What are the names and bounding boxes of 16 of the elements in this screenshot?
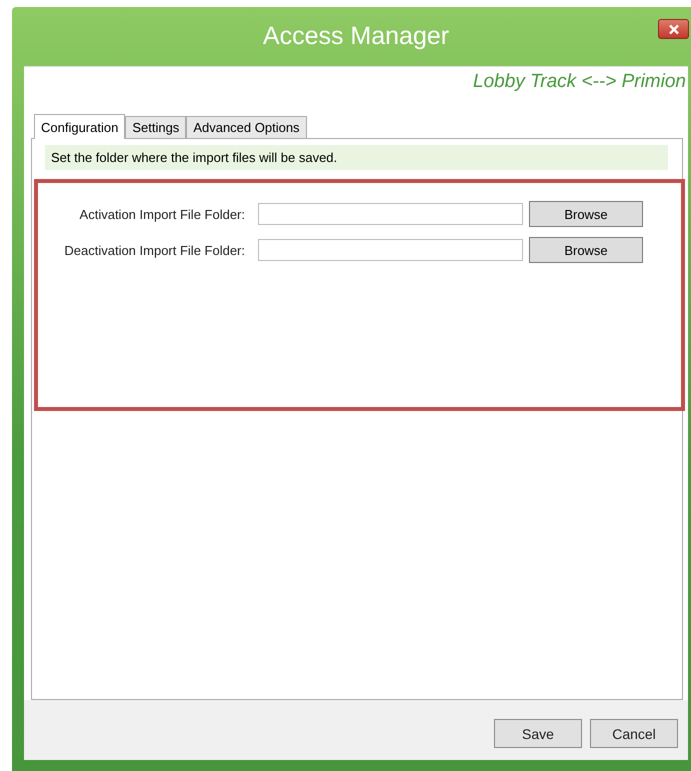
- folder-field[interactable]: [258, 239, 523, 261]
- tab[interactable]: Configuration: [34, 114, 126, 139]
- folder-field[interactable]: [258, 203, 523, 225]
- save-button[interactable]: Save: [494, 719, 582, 748]
- window-title: Access Manager: [262, 22, 450, 51]
- field-label: Deactivation Import File Folder:: [63, 242, 245, 258]
- integration-subtitle: Lobby Track <--> Primion: [473, 71, 686, 94]
- field-label: Activation Import File Folder:: [78, 206, 245, 222]
- browse-button[interactable]: Browse: [529, 237, 643, 263]
- info-message: Set the folder where the import files will be saved.: [45, 145, 668, 170]
- tab[interactable]: Advanced Options: [186, 116, 307, 138]
- browse-button[interactable]: Browse: [529, 201, 643, 227]
- tab[interactable]: Settings: [125, 116, 186, 138]
- close-button[interactable]: [658, 19, 689, 39]
- cancel-button[interactable]: Cancel: [590, 719, 678, 748]
- close-icon: [668, 24, 680, 34]
